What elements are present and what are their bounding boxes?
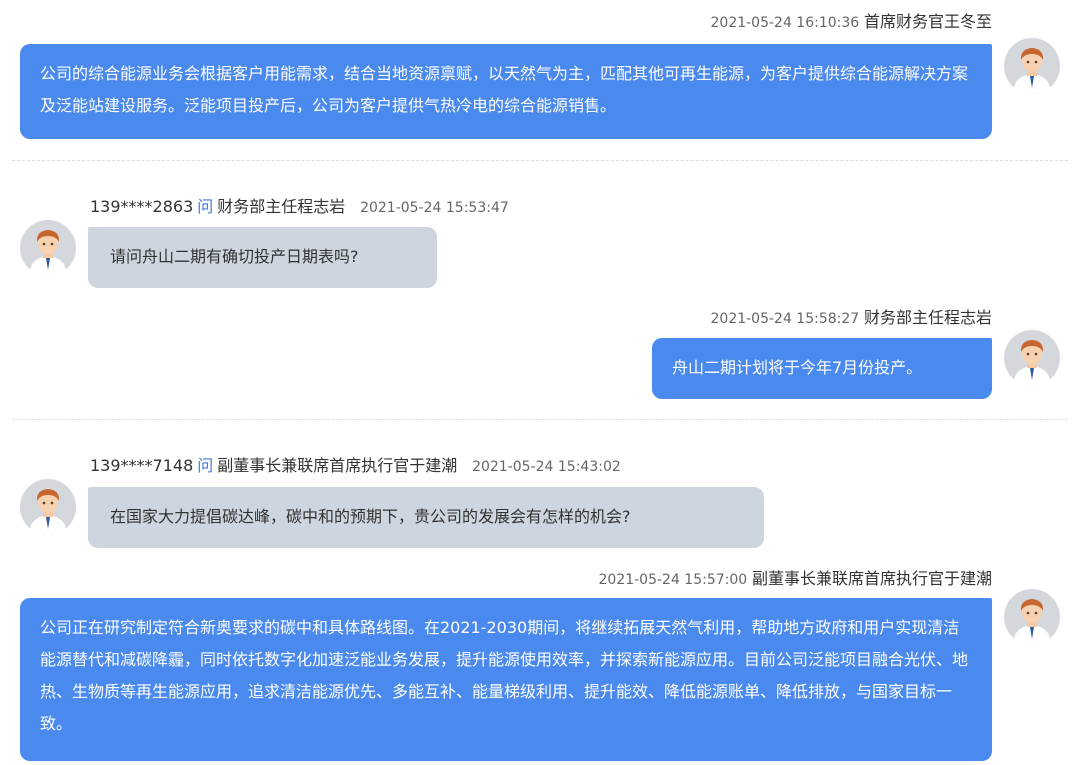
person-avatar-icon	[20, 479, 76, 535]
person-avatar-icon	[20, 220, 76, 276]
timestamp: 2021-05-24 16:10:36	[710, 15, 860, 31]
question-bubble: 在国家大力提倡碳达峰，碳中和的预期下，贵公司的发展会有怎样的机会?	[88, 487, 764, 548]
question-meta: 139****7148 问副董事长兼联席首席执行官于建潮 2021-05-24 1…	[90, 456, 621, 477]
timestamp: 2021-05-24 15:43:02	[472, 459, 621, 475]
author-name: 首席财务官王冬至	[863, 12, 992, 31]
divider	[12, 419, 1068, 420]
question-label: 问	[197, 456, 214, 475]
asker-phone: 139****2863	[90, 197, 194, 216]
question-bubble: 请问舟山二期有确切投产日期表吗?	[88, 227, 437, 288]
answer-meta: 2021-05-24 15:57:00 副董事长兼联席首席执行官于建潮	[599, 569, 993, 590]
person-avatar-icon	[1004, 589, 1060, 645]
answer-meta: 2021-05-24 15:58:27 财务部主任程志岩	[711, 308, 993, 329]
answer-bubble: 公司的综合能源业务会根据客户用能需求，结合当地资源禀赋，以天然气为主，匹配其他可…	[20, 44, 992, 139]
asker-phone: 139****7148	[90, 456, 194, 475]
person-avatar-icon	[1004, 38, 1060, 94]
divider	[12, 160, 1068, 161]
author-name: 副董事长兼联席首席执行官于建潮	[751, 569, 992, 588]
recipient-name: 财务部主任程志岩	[217, 197, 346, 216]
answer-bubble: 公司正在研究制定符合新奥要求的碳中和具体路线图。在2021-2030期间，将继续…	[20, 598, 992, 761]
answer-bubble: 舟山二期计划将于今年7月份投产。	[652, 338, 992, 399]
timestamp: 2021-05-24 15:57:00	[598, 572, 748, 588]
answer-meta: 2021-05-24 16:10:36 首席财务官王冬至	[711, 12, 993, 33]
question-label: 问	[197, 197, 214, 216]
person-avatar-icon	[1004, 330, 1060, 386]
author-name: 财务部主任程志岩	[863, 308, 992, 327]
timestamp: 2021-05-24 15:58:27	[710, 311, 860, 327]
recipient-name: 副董事长兼联席首席执行官于建潮	[217, 456, 458, 475]
timestamp: 2021-05-24 15:53:47	[360, 200, 509, 216]
question-meta: 139****2863 问财务部主任程志岩 2021-05-24 15:53:47	[90, 197, 509, 218]
